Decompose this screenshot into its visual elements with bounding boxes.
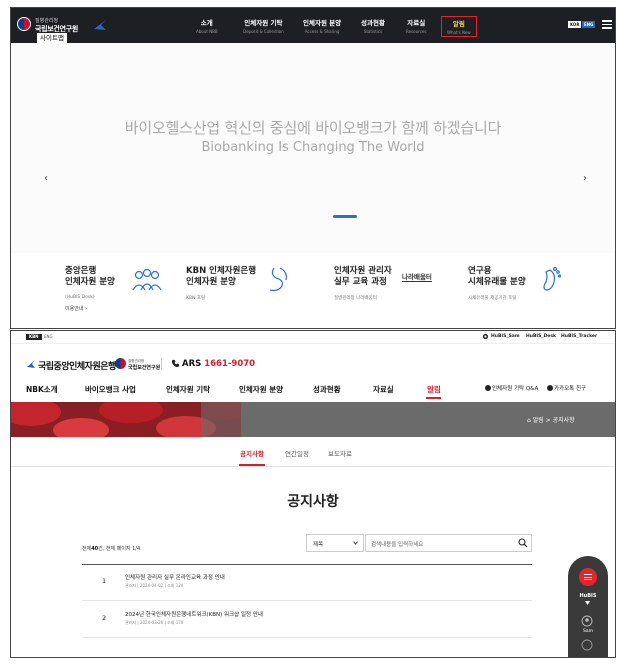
- hero-title-en: Biobanking Is Changing The World: [201, 140, 425, 155]
- table-row[interactable]: 2 2024년 한국인체자원은행네트워크(KBN) 워크샵 일정 안내 관리자 …: [82, 602, 532, 638]
- hero-next-icon[interactable]: ›: [583, 173, 587, 184]
- utility-bar: KBN ENG HuBIS_Sam HuBIS_Desk HuBIS_Track…: [11, 331, 615, 344]
- gear-icon: [482, 333, 489, 340]
- hubis-sam-icon[interactable]: [581, 615, 593, 627]
- biobank-logo-icon: [27, 360, 35, 368]
- tab-schedule[interactable]: 연간일정: [285, 448, 309, 458]
- search-input[interactable]: 검색내용을 입력하세요: [365, 534, 532, 552]
- people-group-icon: [132, 268, 162, 291]
- lang-kor-button[interactable]: KOR: [568, 21, 582, 28]
- page-title: 공지사항: [287, 494, 339, 510]
- government-emblem-icon: [115, 358, 126, 369]
- nav-nbk-about[interactable]: NBK소개: [26, 384, 58, 395]
- page-banner: ⌂ 알림 > 공지사항: [11, 402, 615, 437]
- search-icon[interactable]: [518, 538, 528, 548]
- biobank-logo-icon: [94, 20, 106, 30]
- chevron-down-icon: [353, 541, 358, 545]
- service-card-cadaver[interactable]: 연구용 시체유래물 분양 시체유래물 제공기관 포털: [468, 266, 603, 326]
- kakao-friend-link[interactable]: 카카오톡 친구: [547, 384, 586, 392]
- hubis-desk-link[interactable]: HuBIS_Desk: [526, 334, 556, 340]
- breadcrumb: ⌂ 알림 > 공지사항: [527, 417, 575, 424]
- nav-access[interactable]: 인체자원 분양 Access & Sharing: [303, 17, 341, 34]
- nav-notice[interactable]: 알림: [427, 384, 441, 395]
- hubis-tracker-link[interactable]: HuBIS_Tracker: [561, 334, 597, 340]
- caret-down-icon[interactable]: [585, 601, 590, 605]
- nav-resources[interactable]: 자료실: [373, 384, 394, 395]
- hero-title-ko: 바이오헬스산업 혁신의 중심에 바이오뱅크가 함께 하겠습니다: [124, 119, 502, 137]
- active-tab-underline: [239, 464, 265, 466]
- nav-resources[interactable]: 자료실 Resources: [406, 17, 426, 34]
- hubis-sam-link[interactable]: HuBIS_Sam: [491, 334, 520, 340]
- kakao-icon: [547, 385, 553, 391]
- tab-notice[interactable]: 공지사항: [240, 448, 264, 458]
- nav-biobank-project[interactable]: 바이오뱅크 사업: [85, 384, 136, 395]
- quick-panel-label: HuBIS: [579, 593, 597, 599]
- government-emblem-icon: [17, 17, 31, 31]
- site-logo-text[interactable]: 국립중앙인체자원은행: [38, 359, 116, 372]
- tab-press[interactable]: 보도자료: [328, 448, 352, 458]
- nav-deposit[interactable]: 인체자원 기탁 Deposit & Collection: [243, 17, 284, 34]
- main-portal-screenshot: 질병관리청 국립보건연구원 사이트맵 소개 About NBB 인체자원 기탁 …: [10, 7, 616, 329]
- service-card-central[interactable]: 중앙은행 인체자원 분양 (HuBIS Desk) 이용안내 ›: [65, 266, 200, 326]
- quick-menu-icon[interactable]: [579, 568, 597, 586]
- hero-prev-icon[interactable]: ‹: [44, 173, 48, 184]
- logo-org-line1: 질병관리청: [35, 18, 59, 24]
- narabaeumteo-logo: 나라배움터: [402, 273, 432, 282]
- sub-tabs: 공지사항 연간일정 보도자료: [11, 437, 615, 467]
- search-filter-select[interactable]: 제목: [306, 534, 364, 552]
- nav-access[interactable]: 인체자원 분양: [239, 384, 283, 395]
- qna-icon: [485, 385, 491, 391]
- hero-banner: 바이오헬스산업 혁신의 중심에 바이오뱅크가 함께 하겠습니다 Biobanki…: [11, 43, 615, 253]
- ars-phone: ARS 1661-9070: [182, 359, 256, 369]
- foot-icon: [543, 266, 562, 291]
- nav-statistics[interactable]: 성과현황 Statistics: [361, 17, 385, 34]
- notice-page-screenshot: KBN ENG HuBIS_Sam HuBIS_Desk HuBIS_Track…: [10, 330, 616, 658]
- quick-panel-sub: Sam: [583, 629, 593, 634]
- active-nav-underline: [426, 397, 441, 399]
- nav-statistics[interactable]: 성과현황: [313, 384, 341, 395]
- kbn-link[interactable]: KBN: [26, 334, 42, 340]
- banner-red-cells-image: [11, 402, 241, 437]
- phone-icon: [171, 359, 180, 368]
- result-count: 전체40건, 전체 페이지 1/4: [82, 546, 141, 552]
- nav-about[interactable]: 소개 About NBB: [196, 17, 218, 34]
- card-guide-link[interactable]: 이용안내 ›: [65, 305, 87, 312]
- hero-pagination-indicator[interactable]: [333, 215, 357, 218]
- logo-divider: [161, 358, 162, 370]
- hubis-desk-icon[interactable]: [581, 639, 593, 651]
- hamburger-menu-icon[interactable]: [602, 20, 612, 29]
- eng-link[interactable]: ENG: [44, 334, 53, 340]
- service-card-training[interactable]: 인체자원 관리자 실무 교육 과정 질병관리청 나라배움터 나라배움터: [334, 266, 469, 326]
- table-row[interactable]: 1 인체자원 관리자 실무 온라인교육 과정 안내 관리자 | 2024-04-…: [82, 565, 532, 601]
- nav-whats-new[interactable]: 알림 What's New: [441, 16, 477, 37]
- organ-icon: [269, 267, 287, 292]
- service-card-kbn[interactable]: KBN 인체자원은행 인체자원 분양 KBN 포털: [186, 266, 321, 326]
- deposit-qna-link[interactable]: 인체자원 기탁 Q&A: [485, 384, 538, 392]
- nav-deposit[interactable]: 인체자원 기탁: [166, 384, 210, 395]
- top-header: 질병관리청 국립보건연구원 사이트맵 소개 About NBB 인체자원 기탁 …: [11, 8, 615, 44]
- lang-eng-button[interactable]: ENG: [582, 21, 596, 28]
